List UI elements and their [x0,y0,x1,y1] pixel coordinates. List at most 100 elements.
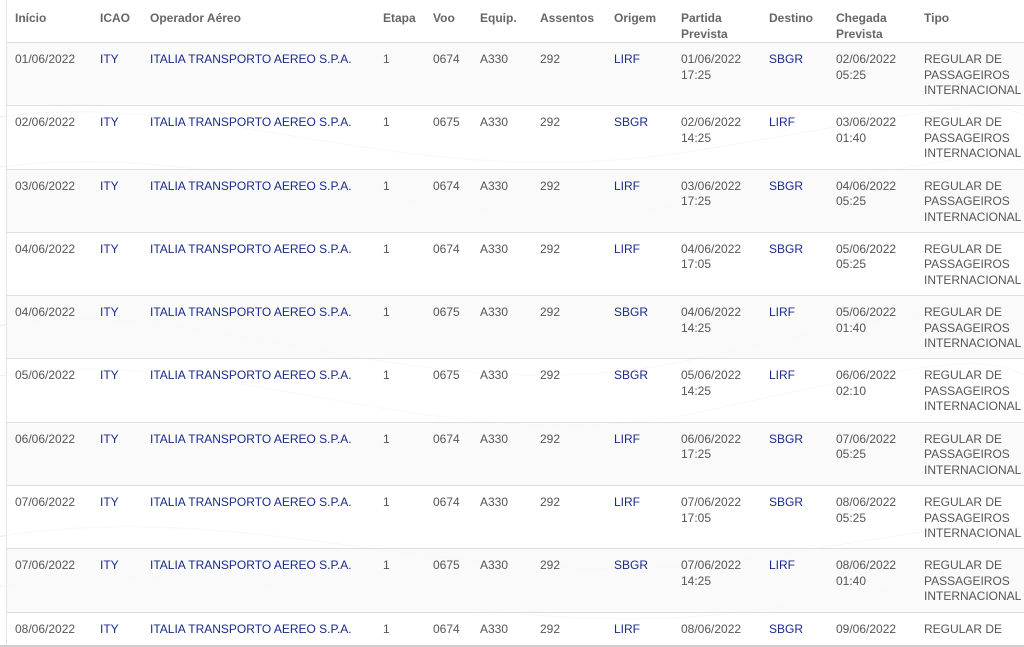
cell-destino-link[interactable]: SBGR [769,179,803,193]
cell-chegada: 08/06/2022 01:40 [836,558,897,588]
page: Início ICAO Operador Aéreo Etapa Voo Equ… [0,0,1024,647]
table-cell: ITALIA TRANSPORTO AEREO S.P.A. [142,168,375,233]
table-cell: LIRF [606,41,673,106]
flights-table: Início ICAO Operador Aéreo Etapa Voo Equ… [7,0,1024,647]
table-cell: LIRF [606,485,673,549]
table-cell: A330 [472,168,532,233]
cell-equip: A330 [480,52,509,66]
header-icao[interactable]: ICAO [92,0,142,43]
cell-origem-link[interactable]: LIRF [614,242,640,256]
header-destino[interactable]: Destino [761,0,828,43]
cell-destino-link[interactable]: SBGR [769,52,803,66]
cell-origem-link[interactable]: SBGR [614,305,648,319]
cell-assentos: 292 [540,115,561,130]
cell-icao-link[interactable]: ITY [100,179,119,193]
cell-origem-link[interactable]: LIRF [614,432,640,446]
cell-icao-link[interactable]: ITY [100,558,119,572]
cell-destino-link[interactable]: LIRF [769,115,795,129]
cell-equip: A330 [480,621,509,636]
table-cell: ITALIA TRANSPORTO AEREO S.P.A. [142,421,375,486]
left-edge-divider [6,0,7,647]
table-cell: ITY [92,611,142,647]
table-cell: 04/06/2022 14:25 [673,295,761,359]
cell-assentos: 292 [540,368,561,383]
cell-chegada: 06/06/2022 02:10 [836,368,897,398]
header-tipo[interactable]: Tipo [916,0,1024,43]
table-cell: LIRF [606,421,673,486]
table-cell: ITALIA TRANSPORTO AEREO S.P.A. [142,105,375,170]
cell-chegada: 08/06/2022 05:25 [836,495,897,525]
header-partida[interactable]: Partida Prevista [673,0,761,43]
header-equip[interactable]: Equip. [472,0,532,43]
table-cell: 1 [375,295,425,359]
cell-origem-link[interactable]: SBGR [614,115,648,129]
table-cell: 1 [375,548,425,613]
cell-origem-link[interactable]: SBGR [614,368,648,382]
cell-icao-link[interactable]: ITY [100,432,119,446]
cell-icao-link[interactable]: ITY [100,305,119,319]
table-cell: ITALIA TRANSPORTO AEREO S.P.A. [142,611,375,647]
cell-equip: A330 [480,115,509,130]
cell-inicio: 05/06/2022 [15,368,76,383]
header-etapa[interactable]: Etapa [375,0,425,43]
header-voo[interactable]: Voo [425,0,472,43]
cell-voo: 0674 [433,495,460,510]
header-chegada[interactable]: Chegada Prevista [828,0,916,43]
cell-voo: 0675 [433,115,460,130]
table-cell: 0674 [425,231,472,296]
table-cell: REGULAR DE PASSAGEIROS INTERNACIONAL [916,105,1024,170]
header-operador[interactable]: Operador Aéreo [142,0,375,43]
cell-operador-link[interactable]: ITALIA TRANSPORTO AEREO S.P.A. [150,432,352,446]
table-cell: 1 [375,105,425,170]
cell-equip: A330 [480,305,509,320]
cell-operador-link[interactable]: ITALIA TRANSPORTO AEREO S.P.A. [150,558,352,572]
table-cell: LIRF [761,105,828,170]
cell-chegada: 05/06/2022 01:40 [836,305,897,335]
cell-chegada: 02/06/2022 05:25 [836,52,897,82]
cell-origem-link[interactable]: SBGR [614,558,648,572]
cell-destino-link[interactable]: SBGR [769,495,803,509]
cell-icao-link[interactable]: ITY [100,368,119,382]
table-row: 08/06/2022 ITY ITALIA TRANSPORTO AEREO S.P… [7,611,1024,647]
table-cell: SBGR [761,485,828,549]
cell-destino-link[interactable]: LIRF [769,305,795,319]
cell-destino-link[interactable]: LIRF [769,368,795,382]
cell-operador-link[interactable]: ITALIA TRANSPORTO AEREO S.P.A. [150,242,352,256]
cell-icao-link[interactable]: ITY [100,622,119,636]
cell-inicio: 07/06/2022 [15,495,76,510]
cell-operador-link[interactable]: ITALIA TRANSPORTO AEREO S.P.A. [150,52,352,66]
cell-operador-link[interactable]: ITALIA TRANSPORTO AEREO S.P.A. [150,368,352,382]
cell-icao-link[interactable]: ITY [100,242,119,256]
cell-chegada: 07/06/2022 05:25 [836,431,897,462]
cell-origem-link[interactable]: LIRF [614,52,640,66]
header-inicio[interactable]: Início [7,0,92,43]
cell-operador-link[interactable]: ITALIA TRANSPORTO AEREO S.P.A. [150,179,352,193]
cell-origem-link[interactable]: LIRF [614,495,640,509]
cell-origem-link[interactable]: LIRF [614,622,640,636]
table-cell: 0675 [425,358,472,423]
table-cell: REGULAR DE PASSAGEIROS INTERNACIONAL [916,485,1024,549]
cell-operador-link[interactable]: ITALIA TRANSPORTO AEREO S.P.A. [150,622,352,636]
cell-origem-link[interactable]: LIRF [614,179,640,193]
cell-destino-link[interactable]: SBGR [769,622,803,636]
cell-destino-link[interactable]: SBGR [769,432,803,446]
header-assentos[interactable]: Assentos [532,0,606,43]
table-cell: A330 [472,41,532,106]
cell-icao-link[interactable]: ITY [100,115,119,129]
table-cell: 1 [375,168,425,233]
cell-operador-link[interactable]: ITALIA TRANSPORTO AEREO S.P.A. [150,115,352,129]
cell-inicio: 04/06/2022 [15,241,76,256]
cell-operador-link[interactable]: ITALIA TRANSPORTO AEREO S.P.A. [150,305,352,319]
table-cell: 08/06/2022 [673,611,761,647]
cell-icao-link[interactable]: ITY [100,495,119,509]
cell-operador-link[interactable]: ITALIA TRANSPORTO AEREO S.P.A. [150,495,352,509]
table-cell: 05/06/2022 14:25 [673,358,761,423]
cell-assentos: 292 [540,178,561,193]
cell-destino-link[interactable]: SBGR [769,242,803,256]
table-cell: 06/06/2022 [7,421,92,486]
table-cell: 07/06/2022 [7,548,92,613]
header-origem[interactable]: Origem [606,0,673,43]
cell-destino-link[interactable]: LIRF [769,558,795,572]
cell-partida: 08/06/2022 [681,621,742,636]
cell-icao-link[interactable]: ITY [100,52,119,66]
